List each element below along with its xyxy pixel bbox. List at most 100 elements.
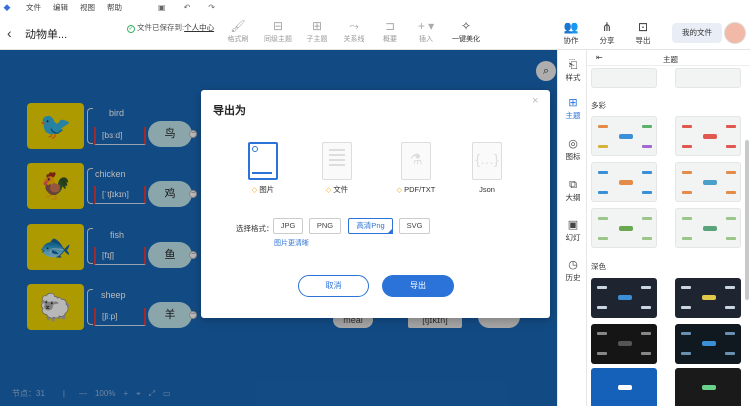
relation-line-icon: ⤳ [349,19,359,33]
theme-thumbnail[interactable] [591,324,657,364]
menu-view[interactable]: 视图 [80,2,95,13]
rail-icons[interactable]: ◎ 图标 [558,137,588,162]
image-file-icon [248,142,278,180]
option-hd-png[interactable]: 高清Png [348,218,393,234]
theme-panel: ⇤ 主题 多彩 深色 [587,50,750,406]
format-label: 图片 [259,185,275,194]
theme-thumbnail[interactable] [675,116,741,156]
theme-thumbnail[interactable] [591,208,657,248]
rail-label: 主题 [565,111,581,120]
export-dialog: 导出为 × ◇ 图片 ◇ 文件 ⚗ ◇ PDF/TXT {…} Json 选择格式： … [201,90,550,318]
save-status-text: 文件已保存到: [137,23,185,32]
close-icon[interactable]: × [532,95,538,107]
tool-insert[interactable]: + ▾ 插入 [406,18,446,44]
tool-label: 概要 [383,36,397,43]
sibling-topic-icon: ⊟ [272,19,284,33]
slides-icon: ▣ [567,219,579,231]
document-title[interactable]: 动物单... [25,26,67,42]
people-icon: 👥 [563,20,579,34]
toolbar: ‹ 动物单... ✓ 文件已保存到:个人中心 🖌 格式刷 ⊟ 同级主题 ⊞ 子主题… [0,14,750,50]
collapse-panel-icon[interactable]: ⇤ [596,53,603,62]
format-json[interactable]: {…} Json [467,142,507,195]
theme-thumbnail[interactable] [675,324,741,364]
option-hint: 图片更清晰 [274,240,309,247]
json-file-icon: {…} [472,142,502,180]
rail-history[interactable]: ◷ 历史 [558,258,588,283]
tool-relation-line[interactable]: ⤳ 关系线 [334,18,374,44]
section-colorful: 多彩 [591,101,606,110]
rail-outline[interactable]: ⧉ 大纲 [558,178,588,203]
format-label: Json [479,185,495,194]
document-file-icon [322,142,352,180]
save-status: ✓ 文件已保存到:个人中心 [127,23,219,33]
panel-scrollbar[interactable] [745,140,749,300]
theme-thumbnail[interactable] [675,278,741,318]
tool-label: 插入 [419,36,433,43]
back-icon[interactable]: ‹ [7,25,12,41]
save-location-link[interactable]: 个人中心 [184,23,214,32]
menu-edit[interactable]: 编辑 [53,2,68,13]
save-icon[interactable]: ▣ [158,3,166,12]
theme-thumbnail[interactable] [675,368,741,406]
confirm-export-button[interactable]: 导出 [382,275,454,297]
vip-diamond-icon: ◇ [396,187,403,194]
option-jpg[interactable]: JPG [273,218,303,234]
theme-icon: ⊞ [568,97,578,109]
rail-slides[interactable]: ▣ 幻灯 [558,218,588,243]
share-icon: ⋔ [601,20,613,34]
option-svg[interactable]: SVG [399,218,430,234]
format-label: 文件 [333,185,349,194]
rail-label: 大纲 [565,193,581,202]
theme-thumbnail[interactable] [591,68,657,88]
tool-subtopic[interactable]: ⊞ 子主题 [297,18,337,44]
tool-sibling-topic[interactable]: ⊟ 同级主题 [258,18,298,44]
share-button[interactable]: ⋔ 分享 [594,19,620,46]
tool-label: 格式刷 [227,36,249,43]
tool-label: 同级主题 [264,36,292,43]
history-icon: ◷ [568,259,578,271]
panel-title: 主题 [663,55,678,64]
app-logo-icon: ◆ [3,1,11,12]
section-dark: 深色 [591,262,606,271]
theme-thumbnail[interactable] [675,68,741,88]
theme-thumbnail[interactable] [591,162,657,202]
vip-diamond-icon: ◇ [325,187,332,194]
panel-header: ⇤ 主题 [587,50,750,66]
theme-thumbnail[interactable] [591,368,657,406]
format-pdf[interactable]: ⚗ ◇ PDF/TXT [392,142,440,195]
share-label: 分享 [599,36,615,45]
tool-summary[interactable]: ⊐ 概要 [370,18,410,44]
option-png[interactable]: PNG [309,218,341,234]
menu-file[interactable]: 文件 [26,2,41,13]
my-files-button[interactable]: 我的文件 [672,23,722,43]
menu-help[interactable]: 帮助 [107,2,122,13]
theme-thumbnail[interactable] [591,116,657,156]
export-label: 导出 [635,36,651,45]
rail-label: 历史 [565,273,581,282]
theme-thumbnail[interactable] [675,162,741,202]
collaborate-button[interactable]: 👥 协作 [558,19,584,46]
export-button[interactable]: ⊡ 导出 [630,19,656,46]
redo-icon[interactable]: ↷ [208,3,215,12]
avatar[interactable] [724,22,746,44]
rail-style[interactable]: ⎗ 样式 [558,58,588,83]
theme-thumbnail[interactable] [591,278,657,318]
tool-beautify[interactable]: ✧ 一键美化 [446,18,486,44]
magic-wand-icon: ✧ [460,19,472,33]
format-label: PDF/TXT [404,185,436,194]
tool-format-brush[interactable]: 🖌 格式刷 [218,18,258,44]
format-brush-icon: 🖌 [230,19,246,33]
undo-icon[interactable]: ↶ [184,3,191,12]
format-image[interactable]: ◇ 图片 [243,142,283,195]
format-document[interactable]: ◇ 文件 [317,142,357,195]
theme-thumbnail[interactable] [675,208,741,248]
tool-label: 子主题 [306,36,328,43]
rail-label: 幻灯 [565,233,581,242]
summary-icon: ⊐ [384,19,396,33]
rail-theme[interactable]: ⊞ 主题 [558,96,588,121]
insert-icon: + ▾ [417,19,435,33]
menu-bar: ◆ 文件 编辑 视图 帮助 ▣ ↶ ↷ [0,0,750,14]
collaborate-label: 协作 [563,36,579,45]
format-options-label: 选择格式： [236,224,274,233]
cancel-button[interactable]: 取消 [298,275,369,297]
